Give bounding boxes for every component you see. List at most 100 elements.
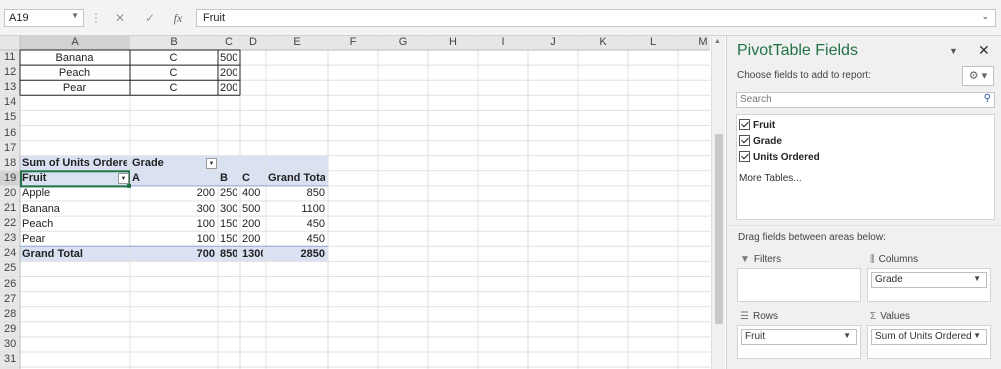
source-units-cell[interactable]: 500 bbox=[220, 51, 237, 66]
pivot-row-label[interactable]: Peach bbox=[22, 217, 127, 232]
row-header-20[interactable]: 20 bbox=[0, 187, 20, 202]
pivot-value-b[interactable]: 300 bbox=[220, 202, 237, 217]
row-header-27[interactable]: 27 bbox=[0, 293, 20, 308]
column-header-l[interactable]: L bbox=[628, 36, 678, 50]
source-units-cell[interactable]: 200 bbox=[220, 66, 237, 81]
column-header-k[interactable]: K bbox=[578, 36, 628, 50]
checkbox-checked-icon[interactable] bbox=[739, 135, 750, 146]
filters-drop-area[interactable] bbox=[737, 268, 861, 302]
field-item-fruit[interactable]: Fruit bbox=[739, 119, 775, 133]
pivot-value-c[interactable]: 400 bbox=[242, 186, 263, 201]
pivot-value-b[interactable]: 150 bbox=[220, 232, 237, 247]
columns-field-chip[interactable]: Grade ▼ bbox=[871, 272, 987, 288]
pivot-row-total[interactable]: 1100 bbox=[268, 202, 325, 217]
more-tables-link[interactable]: More Tables... bbox=[739, 173, 802, 184]
row-header-21[interactable]: 21 bbox=[0, 202, 20, 217]
values-drop-area[interactable]: Sum of Units Ordered ▼ bbox=[867, 325, 991, 359]
pivot-total-grand[interactable]: 2850 bbox=[268, 247, 325, 262]
row-header-30[interactable]: 30 bbox=[0, 338, 20, 353]
row-header-14[interactable]: 14 bbox=[0, 96, 20, 111]
column-header-g[interactable]: G bbox=[378, 36, 428, 50]
row-header-19[interactable]: 19 bbox=[0, 172, 20, 187]
pivot-total-b[interactable]: 850 bbox=[220, 247, 237, 262]
column-header-c[interactable]: C bbox=[218, 36, 240, 50]
pivot-value-a[interactable]: 200 bbox=[132, 186, 215, 201]
pivot-value-label[interactable]: Sum of Units Ordered bbox=[22, 156, 127, 171]
rows-drop-area[interactable]: Fruit ▼ bbox=[737, 325, 861, 359]
pivot-total-a[interactable]: 700 bbox=[132, 247, 215, 262]
pivot-value-c[interactable]: 200 bbox=[242, 232, 263, 247]
pivot-column-field-label[interactable]: Grade bbox=[132, 156, 215, 171]
column-header-a[interactable]: A bbox=[20, 36, 130, 50]
enter-icon[interactable]: ✓ bbox=[140, 9, 160, 27]
chevron-down-icon[interactable]: ▼ bbox=[843, 331, 851, 340]
column-header-f[interactable]: F bbox=[328, 36, 378, 50]
row-header-29[interactable]: 29 bbox=[0, 323, 20, 338]
scroll-up-icon[interactable]: ▲ bbox=[714, 38, 721, 45]
pivot-grand-total-header[interactable]: Grand Total bbox=[268, 171, 325, 186]
cancel-icon[interactable]: ✕ bbox=[110, 9, 130, 27]
chevron-down-icon[interactable]: ▼ bbox=[949, 46, 958, 56]
row-header-11[interactable]: 11 bbox=[0, 51, 20, 66]
checkbox-checked-icon[interactable] bbox=[739, 119, 750, 130]
source-fruit-cell[interactable]: Pear bbox=[22, 81, 127, 96]
row-header-25[interactable]: 25 bbox=[0, 262, 20, 277]
row-header-22[interactable]: 22 bbox=[0, 217, 20, 232]
row-header-28[interactable]: 28 bbox=[0, 308, 20, 323]
formula-input[interactable]: Fruit ⌄ bbox=[196, 9, 996, 27]
pivot-grand-total-label[interactable]: Grand Total bbox=[22, 247, 127, 262]
row-header-13[interactable]: 13 bbox=[0, 81, 20, 96]
source-units-cell[interactable]: 200 bbox=[220, 81, 237, 96]
pivot-row-field-label[interactable]: Fruit bbox=[22, 171, 127, 186]
vertical-scrollbar[interactable]: ▲ bbox=[711, 36, 725, 369]
chevron-down-icon[interactable]: ▼ bbox=[71, 11, 79, 20]
row-header-17[interactable]: 17 bbox=[0, 142, 20, 157]
filter-dropdown-icon[interactable]: ▼ bbox=[206, 157, 217, 169]
chevron-down-icon[interactable]: ▼ bbox=[973, 331, 981, 340]
column-header-h[interactable]: H bbox=[428, 36, 478, 50]
function-icon[interactable]: fx bbox=[168, 9, 188, 27]
pivot-value-b[interactable]: 250 bbox=[220, 186, 237, 201]
row-header-12[interactable]: 12 bbox=[0, 66, 20, 81]
source-fruit-cell[interactable]: Banana bbox=[22, 51, 127, 66]
close-icon[interactable]: ✕ bbox=[978, 42, 990, 59]
pivot-value-a[interactable]: 100 bbox=[132, 232, 215, 247]
pivot-col-header-a[interactable]: A bbox=[132, 171, 215, 186]
pivot-row-total[interactable]: 450 bbox=[268, 217, 325, 232]
row-header-15[interactable]: 15 bbox=[0, 111, 20, 126]
pivot-row-label[interactable]: Banana bbox=[22, 202, 127, 217]
source-grade-cell[interactable]: C bbox=[132, 66, 215, 81]
search-icon[interactable]: ⚲ bbox=[984, 93, 991, 104]
search-input[interactable]: Search ⚲ bbox=[736, 92, 995, 108]
row-header-26[interactable]: 26 bbox=[0, 278, 20, 293]
pivot-value-b[interactable]: 150 bbox=[220, 217, 237, 232]
column-header-b[interactable]: B bbox=[130, 36, 218, 50]
gear-icon[interactable]: ⚙ ▾ bbox=[962, 66, 994, 86]
fill-handle[interactable] bbox=[127, 183, 131, 188]
pivot-col-header-b[interactable]: B bbox=[220, 171, 237, 186]
row-header-18[interactable]: 18 bbox=[0, 157, 20, 172]
scrollbar-thumb[interactable] bbox=[715, 134, 723, 324]
pivot-value-c[interactable]: 200 bbox=[242, 217, 263, 232]
pivot-row-label[interactable]: Pear bbox=[22, 232, 127, 247]
field-item-grade[interactable]: Grade bbox=[739, 135, 782, 149]
chevron-down-icon[interactable]: ⌄ bbox=[981, 11, 989, 22]
pivot-row-label[interactable]: Apple bbox=[22, 186, 127, 201]
pivot-row-total[interactable]: 850 bbox=[268, 186, 325, 201]
column-header-m[interactable]: M bbox=[678, 36, 710, 50]
values-field-chip[interactable]: Sum of Units Ordered ▼ bbox=[871, 329, 987, 345]
column-header-d[interactable]: D bbox=[240, 36, 266, 50]
pivot-value-c[interactable]: 500 bbox=[242, 202, 263, 217]
source-grade-cell[interactable]: C bbox=[132, 51, 215, 66]
row-header-24[interactable]: 24 bbox=[0, 247, 20, 262]
row-header-31[interactable]: 31 bbox=[0, 353, 20, 368]
columns-drop-area[interactable]: Grade ▼ bbox=[867, 268, 991, 302]
pivot-row-total[interactable]: 450 bbox=[268, 232, 325, 247]
filter-dropdown-icon[interactable]: ▼ bbox=[118, 172, 129, 184]
rows-field-chip[interactable]: Fruit ▼ bbox=[741, 329, 857, 345]
source-grade-cell[interactable]: C bbox=[132, 81, 215, 96]
more-options-icon[interactable]: ⋮ bbox=[90, 9, 102, 27]
row-header-16[interactable]: 16 bbox=[0, 127, 20, 142]
row-header-23[interactable]: 23 bbox=[0, 232, 20, 247]
field-item-units-ordered[interactable]: Units Ordered bbox=[739, 151, 820, 165]
